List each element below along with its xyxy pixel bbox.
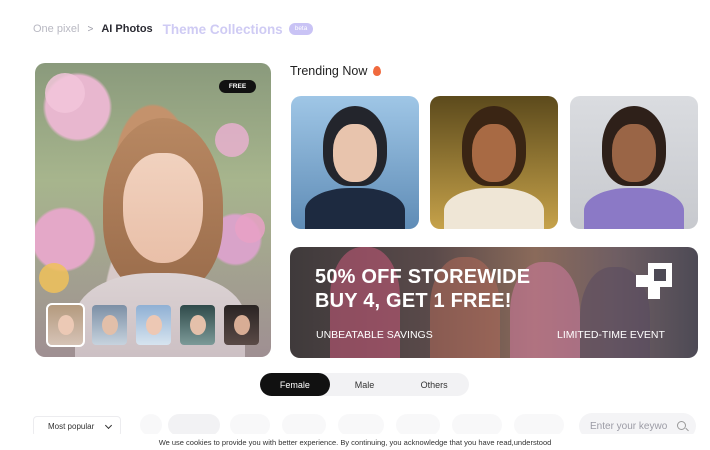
flower-decoration <box>39 263 69 293</box>
trending-card-3[interactable] <box>570 96 698 229</box>
thumbnail-style-5[interactable] <box>224 305 259 345</box>
category-chip[interactable] <box>230 414 270 436</box>
category-chip[interactable] <box>282 414 326 436</box>
trending-title: Trending Now <box>290 64 382 78</box>
category-chip[interactable] <box>338 414 384 436</box>
trending-card-2[interactable] <box>430 96 558 229</box>
category-chip[interactable] <box>140 414 162 436</box>
category-chip[interactable] <box>514 414 564 436</box>
trending-title-text: Trending Now <box>290 64 368 78</box>
flower-decoration <box>45 73 85 113</box>
cookie-notice: We use cookies to provide you with bette… <box>0 434 710 450</box>
brand-logo-icon <box>636 263 672 299</box>
portrait-body <box>305 188 405 229</box>
category-chip[interactable] <box>452 414 502 436</box>
breadcrumb-current[interactable]: AI Photos <box>101 23 152 35</box>
breadcrumb: One pixel > AI Photos Theme Collections … <box>33 20 314 38</box>
chevron-down-icon <box>104 421 113 430</box>
tab-others[interactable]: Others <box>399 373 469 396</box>
flower-decoration <box>215 123 249 157</box>
category-chip[interactable] <box>168 414 220 436</box>
search-icon[interactable] <box>677 421 686 430</box>
trending-card-1[interactable] <box>291 96 419 229</box>
hero-face <box>123 153 203 263</box>
breadcrumb-home-link[interactable]: One pixel <box>33 23 79 35</box>
breadcrumb-separator: > <box>87 23 94 35</box>
cookie-text: We use cookies to provide you with bette… <box>158 437 552 447</box>
category-chip[interactable] <box>396 414 440 436</box>
thumbnail-style-2[interactable] <box>92 305 127 345</box>
style-thumbnails <box>46 303 259 347</box>
portrait-face <box>472 124 516 182</box>
sort-select-value: Most popular <box>48 422 95 431</box>
portrait-face <box>333 124 377 182</box>
tab-female[interactable]: Female <box>260 373 330 396</box>
portrait-face <box>612 124 656 182</box>
gender-tabs: Female Male Others <box>260 373 469 396</box>
promo-headline-1: 50% OFF STOREWIDE <box>315 266 531 288</box>
thumbnail-style-1[interactable] <box>46 303 85 347</box>
search-input[interactable] <box>590 420 674 432</box>
thumbnail-style-3[interactable] <box>136 305 171 345</box>
promo-headline-2: BUY 4, GET 1 FREE! <box>315 290 512 312</box>
beta-badge: beta <box>288 22 314 36</box>
tab-male[interactable]: Male <box>330 373 400 396</box>
flower-decoration <box>235 213 265 243</box>
theme-collections-link[interactable]: Theme Collections <box>163 22 283 37</box>
portrait-body <box>444 188 544 229</box>
promo-subtext-left: UNBEATABLE SAVINGS <box>316 329 433 341</box>
free-badge: FREE <box>219 80 256 93</box>
promo-subtext-right: LIMITED-TIME EVENT <box>557 329 665 341</box>
portrait-body <box>584 188 684 229</box>
thumbnail-style-4[interactable] <box>180 305 215 345</box>
fire-icon <box>373 66 382 76</box>
